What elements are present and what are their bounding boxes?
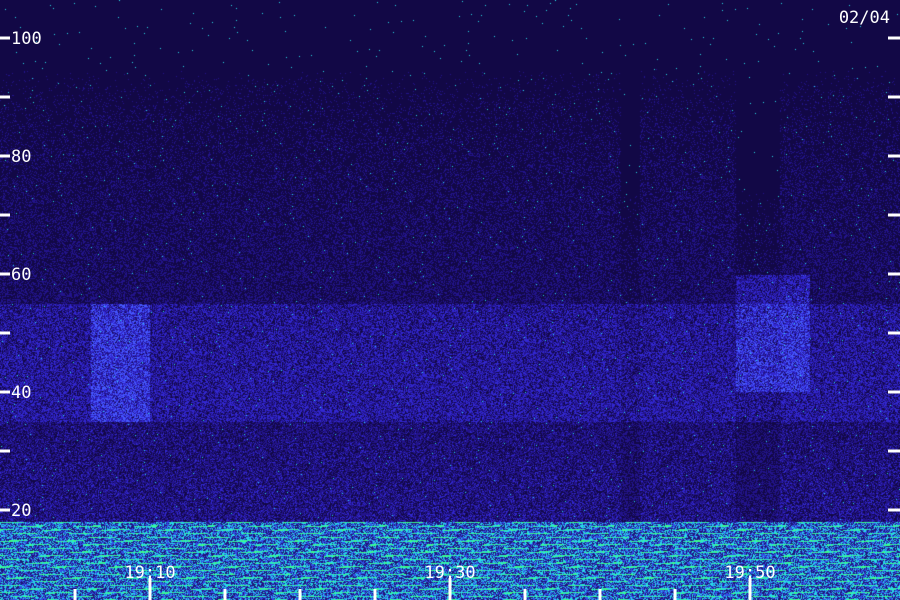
y-axis-left: 20 40 60 80 100	[0, 29, 42, 521]
y-tick-label: 100	[11, 29, 42, 49]
axis-overlay: 20 40 60 80 100 19:10 19:30 19:50 02/04	[0, 8, 900, 600]
x-tick-label: 19:10	[124, 563, 175, 583]
spectrogram-chart: 20 40 60 80 100 19:10 19:30 19:50 02/04	[0, 0, 900, 600]
x-axis: 19:10 19:30 19:50	[73, 563, 776, 600]
y-tick-label: 40	[11, 383, 31, 403]
x-tick-label: 19:30	[424, 563, 475, 583]
y-tick-label: 60	[11, 265, 31, 285]
y-axis-right	[888, 36, 900, 512]
date-label: 02/04	[839, 8, 890, 28]
y-tick-label: 80	[11, 147, 31, 167]
y-tick-label: 20	[11, 501, 31, 521]
x-tick-label: 19:50	[724, 563, 775, 583]
